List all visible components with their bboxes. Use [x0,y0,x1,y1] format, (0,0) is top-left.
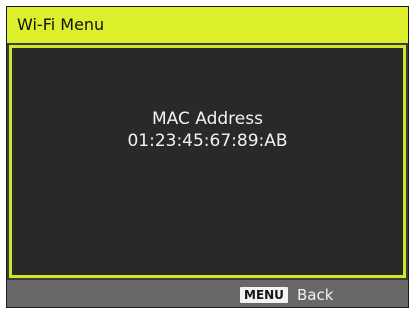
title-bar: Wi-Fi Menu [7,7,408,43]
footer-bar: MENU Back [7,280,408,307]
page-title: Wi-Fi Menu [17,15,105,34]
mac-address-label: MAC Address [152,109,263,129]
back-label[interactable]: Back [297,285,333,305]
mac-address-value: 01:23:45:67:89:AB [127,131,288,151]
camera-screen: Wi-Fi Menu MAC Address 01:23:45:67:89:AB… [6,6,409,308]
menu-key-badge[interactable]: MENU [240,287,288,303]
mac-address-panel: MAC Address 01:23:45:67:89:AB [9,45,406,278]
